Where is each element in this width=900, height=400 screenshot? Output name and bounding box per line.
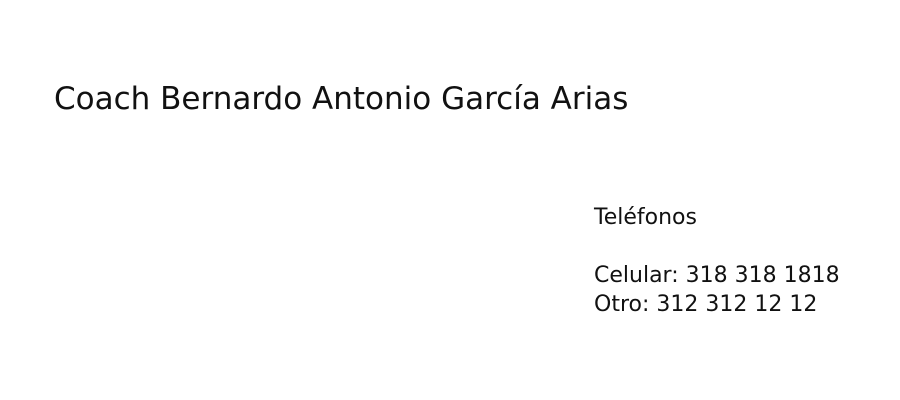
contact-name: Coach Bernardo Antonio García Arias [54,81,629,117]
other-phone-line: Otro: 312 312 12 12 [594,292,818,317]
phones-heading: Teléfonos [594,205,697,230]
mobile-phone-line: Celular: 318 318 1818 [594,263,840,288]
phones-section: Teléfonos Celular: 318 318 1818 Otro: 31… [594,203,840,319]
